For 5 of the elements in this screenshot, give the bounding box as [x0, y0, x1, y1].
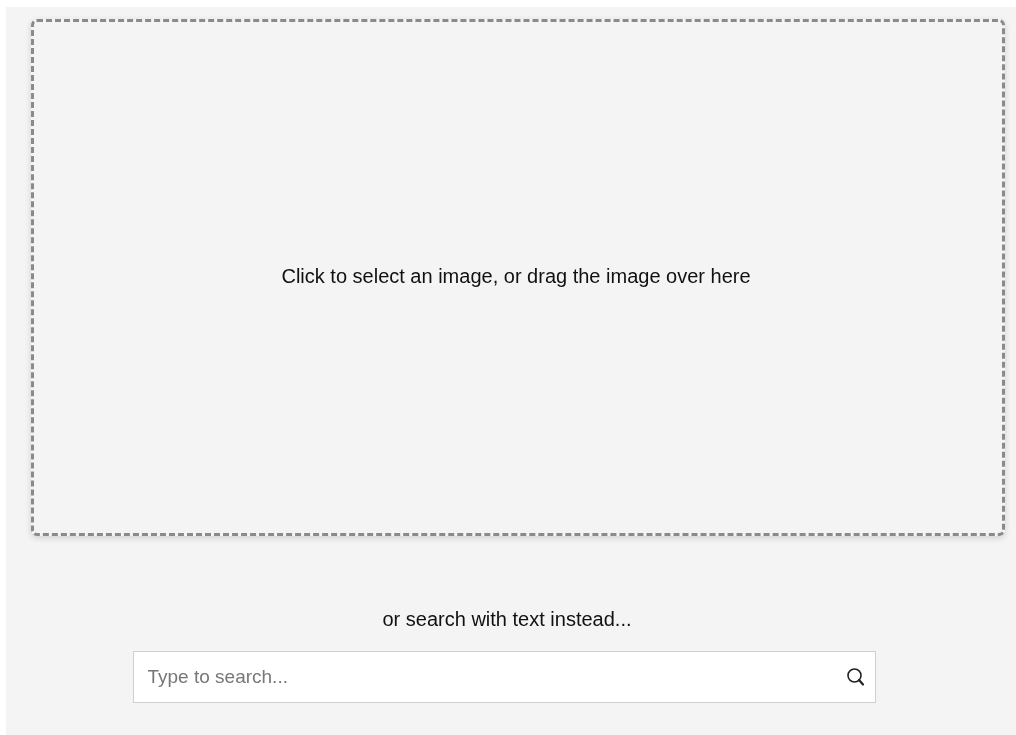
alternative-text: or search with text instead... — [382, 608, 632, 631]
image-drop-zone[interactable]: Click to select an image, or drag the image over here — [31, 19, 1005, 536]
drop-zone-label: Click to select an image, or drag the image over here — [281, 265, 751, 288]
search-field[interactable]: Type to search... — [132, 651, 876, 703]
search-icon[interactable] — [845, 667, 866, 687]
